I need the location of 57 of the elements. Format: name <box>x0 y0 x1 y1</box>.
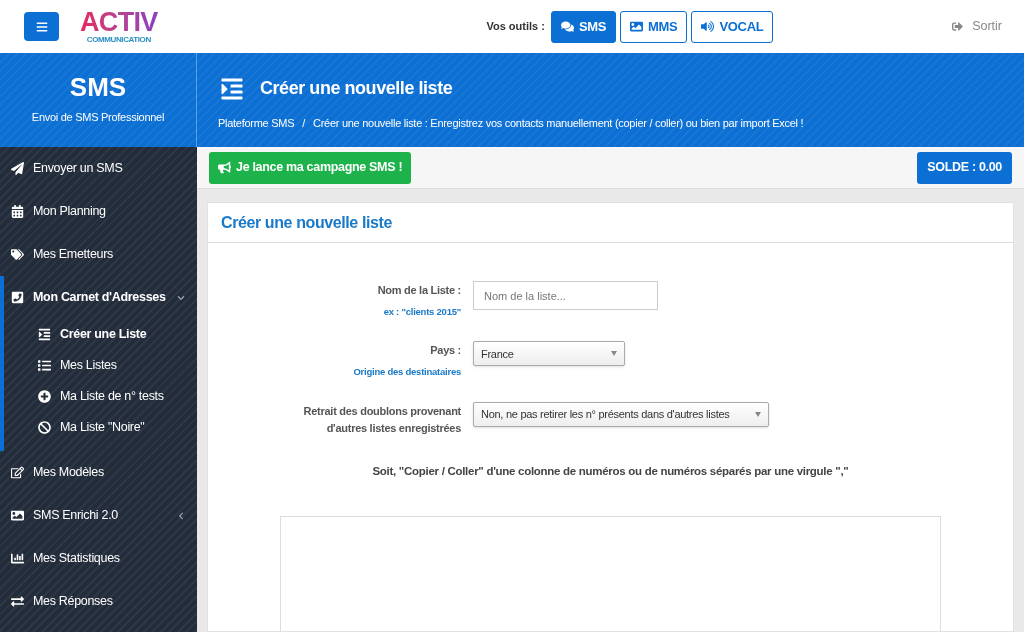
logo-tagline: COMMUNICATION <box>86 36 151 44</box>
field-hint: ex : "clients 2015" <box>383 305 461 319</box>
sidebar-item[interactable]: SMS Enrichi 2.0 <box>4 494 197 537</box>
speaker-icon <box>701 20 715 33</box>
dropdown-arrow-icon <box>611 351 617 357</box>
balance-button[interactable]: SOLDE : 0.00 <box>917 151 1012 184</box>
indent-icon <box>38 328 51 341</box>
image-icon <box>11 509 24 522</box>
bar-chart-icon <box>11 552 24 565</box>
sidebar-subitem[interactable]: Créer une Liste <box>8 319 197 350</box>
text-field[interactable]: Nom de la liste... <box>473 281 658 310</box>
breadcrumb-item[interactable]: Plateforme SMS <box>218 115 295 132</box>
chevron-left-icon <box>177 511 185 520</box>
tag-icon <box>11 248 24 261</box>
sidebar-item[interactable]: Mes Modèles <box>4 451 197 494</box>
dropdown[interactable]: Non, ne pas retirer les n° présents dans d'autres listes <box>473 401 769 427</box>
tools-label: Vos outils : <box>486 19 545 35</box>
menu-button[interactable] <box>24 12 59 41</box>
card-title: Créer une nouvelle liste <box>221 212 392 233</box>
dropdown-arrow-icon <box>755 411 761 417</box>
sidebar-item[interactable]: Mes Réponses <box>4 580 197 623</box>
chevron-down-icon <box>177 293 185 302</box>
sidebar-subitem[interactable]: Ma Liste "Noire" <box>8 412 197 443</box>
sign-out-icon <box>952 21 964 32</box>
sidebar-item[interactable]: Mon Planning <box>4 190 197 233</box>
list-icon <box>38 359 51 372</box>
dropdown[interactable]: France <box>473 341 625 367</box>
field-label: Retrait des doublons provenant d'autres listes enregistrées <box>302 403 461 436</box>
field-label: Pays : <box>430 343 461 359</box>
breadcrumb-separator: / <box>302 116 305 131</box>
sidebar-item[interactable]: Mon Carnet d'Adresses <box>4 276 197 319</box>
field-hint: Origine des destinataires <box>353 365 461 380</box>
brand-title: SMS <box>69 74 127 101</box>
tool-tab[interactable]: SMS <box>550 10 617 43</box>
calendar-icon <box>11 205 24 218</box>
breadcrumb-item: Créer une nouvelle liste : Enregistrez vos contacts manuellement (copier / coller) ou bien par import Excel ! <box>313 116 804 131</box>
tool-tab[interactable]: MMS <box>620 10 688 43</box>
sidebar-item[interactable]: Envoyer un SMS <box>4 147 197 190</box>
page-title: Créer une nouvelle liste <box>260 77 453 100</box>
arrows-icon <box>11 595 24 608</box>
brand-subtitle: Envoi de SMS Professionnel <box>31 110 165 126</box>
edit-icon <box>11 466 24 479</box>
menu-icon <box>35 20 48 33</box>
instruction-text: Soit, "Copier / Coller" d'une colonne de numéros ou de numéros séparés par une virgule "," <box>371 463 850 479</box>
image-icon <box>630 20 644 33</box>
logout-link[interactable]: Sortir <box>952 17 1002 36</box>
sidebar-item[interactable]: Mes Emetteurs <box>4 233 197 276</box>
phone-icon <box>11 291 24 304</box>
ban-icon <box>38 421 51 434</box>
sidebar-subitem[interactable]: Ma Liste de n° tests <box>8 381 197 412</box>
paper-plane-icon <box>11 162 24 175</box>
megaphone-icon <box>218 161 231 174</box>
sidebar-item[interactable]: Mes Statistiques <box>4 537 197 580</box>
sidebar-subitem[interactable]: Mes Listes <box>8 350 197 381</box>
chat-bubbles-icon <box>560 20 574 33</box>
field-label: Nom de la Liste : <box>377 283 461 298</box>
tool-tab[interactable]: VOCAL <box>691 10 774 43</box>
